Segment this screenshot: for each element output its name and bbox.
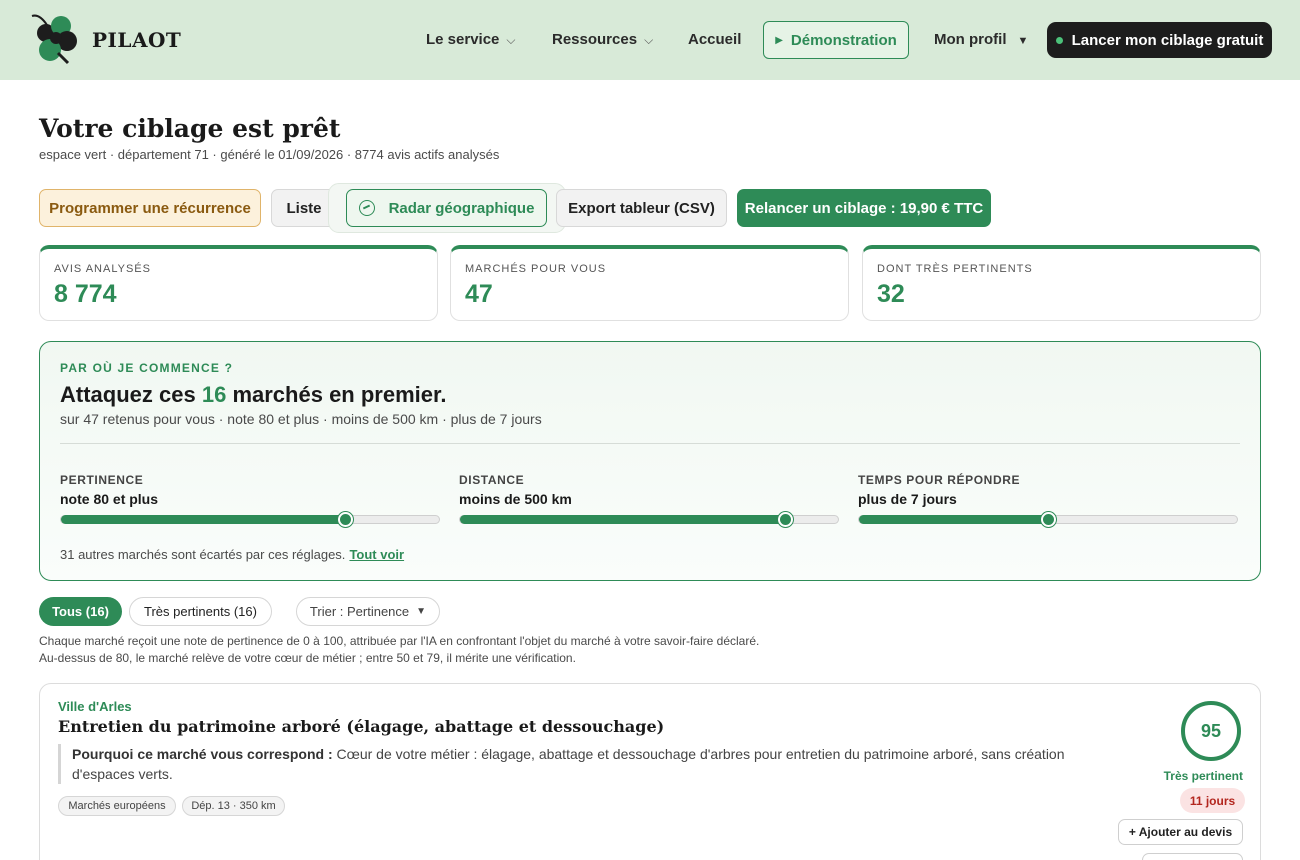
market-title[interactable]: Entretien du patrimoine arboré (élagage,… bbox=[58, 717, 664, 736]
nav-ressources[interactable]: Ressources ⌵ bbox=[552, 31, 653, 48]
secondary-card-button[interactable] bbox=[1142, 853, 1243, 860]
stat-card-analysed: AVIS ANALYSÉS 8 774 bbox=[39, 245, 438, 321]
stat-card-markets: MARCHÉS POUR VOUS 47 bbox=[450, 245, 849, 321]
demo-button[interactable]: ▶ Démonstration bbox=[763, 21, 909, 59]
panel-title-count: 16 bbox=[201, 382, 227, 407]
export-csv-button[interactable]: Export tableur (CSV) bbox=[556, 189, 727, 227]
distance-slider[interactable] bbox=[459, 512, 839, 527]
panel-kicker: PAR OÙ JE COMMENCE ? bbox=[60, 361, 234, 375]
relaunch-targeting-button[interactable]: Relancer un ciblage : 19,90 € TTC bbox=[737, 189, 991, 227]
nav-le-service[interactable]: Le service ⌵ bbox=[426, 31, 516, 48]
slider-fill bbox=[61, 515, 345, 524]
market-tag: Marchés européens bbox=[58, 796, 176, 816]
slider-value: plus de 7 jours bbox=[858, 491, 957, 507]
panel-divider bbox=[60, 443, 1240, 444]
nav-ressources-label: Ressources bbox=[552, 31, 638, 48]
caret-down-icon: ▼ bbox=[416, 606, 427, 617]
slider-thumb[interactable] bbox=[778, 512, 794, 527]
stat-label: MARCHÉS POUR VOUS bbox=[465, 263, 607, 275]
distance-filter: DISTANCE moins de 500 km bbox=[459, 473, 840, 527]
response-time-filter: TEMPS POUR RÉPONDRE plus de 7 jours bbox=[858, 473, 1239, 527]
sort-dropdown-label: Trier : Pertinence bbox=[309, 604, 410, 619]
nav-le-service-label: Le service bbox=[426, 31, 500, 48]
play-icon: ▶ bbox=[775, 34, 783, 46]
see-all-link[interactable]: Tout voir bbox=[349, 547, 404, 562]
panel-title: Attaquez ces 16 marchés en premier. bbox=[60, 382, 446, 408]
excluded-markets-note: 31 autres marchés sont écartés par ces r… bbox=[60, 547, 404, 562]
response-time-slider[interactable] bbox=[858, 512, 1238, 527]
brand-name[interactable]: PILAOT bbox=[92, 28, 181, 52]
panel-title-start: Attaquez ces bbox=[60, 382, 196, 407]
filter-all-chip[interactable]: Tous (16) bbox=[39, 597, 122, 626]
slider-fill bbox=[859, 515, 1048, 524]
relevance-score-badge: 95 bbox=[1181, 701, 1241, 761]
launch-targeting-label: Lancer mon ciblage gratuit bbox=[1071, 31, 1264, 49]
score-explanation-line: Au-dessus de 80, le marché relève de vot… bbox=[39, 651, 576, 665]
add-to-quote-button[interactable]: + Ajouter au devis bbox=[1118, 819, 1243, 845]
match-reason-label: Pourquoi ce marché vous correspond : bbox=[72, 746, 333, 762]
slider-label: DISTANCE bbox=[459, 473, 525, 487]
score-explanation-line: Chaque marché reçoit une note de pertine… bbox=[39, 634, 760, 648]
radar-icon bbox=[358, 200, 375, 216]
clover-logo-icon[interactable] bbox=[28, 13, 82, 67]
deadline-badge: 11 jours bbox=[1180, 788, 1245, 813]
nav-mon-profil[interactable]: Mon profil ▼ bbox=[934, 31, 1028, 48]
where-to-start-panel: PAR OÙ JE COMMENCE ? Attaquez ces 16 mar… bbox=[39, 341, 1261, 581]
slider-value: moins de 500 km bbox=[459, 491, 572, 507]
panel-title-end: marchés en premier. bbox=[232, 382, 447, 407]
sort-dropdown[interactable]: Trier : Pertinence ▼ bbox=[296, 597, 440, 626]
status-dot-icon bbox=[1055, 36, 1063, 44]
relevance-score-label: Très pertinent bbox=[1163, 769, 1243, 783]
relevance-slider[interactable] bbox=[60, 512, 440, 527]
slider-label: TEMPS POUR RÉPONDRE bbox=[858, 473, 1021, 487]
stat-label: AVIS ANALYSÉS bbox=[54, 263, 151, 275]
page-title: Votre ciblage est prêt bbox=[39, 114, 341, 143]
chevron-down-icon: ⌵ bbox=[644, 33, 654, 47]
stat-label: DONT TRÈS PERTINENTS bbox=[877, 263, 1033, 275]
stat-card-very-relevant: DONT TRÈS PERTINENTS 32 bbox=[862, 245, 1261, 321]
top-navigation-bar: PILAOT Le service ⌵ Ressources ⌵ Accueil ▶… bbox=[0, 0, 1300, 80]
stat-value: 8 774 bbox=[54, 280, 117, 308]
nav-accueil[interactable]: Accueil bbox=[688, 31, 741, 48]
market-tag: Dép. 13 · 350 km bbox=[182, 796, 285, 816]
nav-mon-profil-label: Mon profil bbox=[934, 31, 1007, 48]
market-buyer: Ville d'Arles bbox=[58, 699, 132, 714]
slider-thumb[interactable] bbox=[1041, 512, 1056, 527]
slider-fill bbox=[460, 515, 786, 524]
panel-subtitle: sur 47 retenus pour vous · note 80 et pl… bbox=[60, 411, 542, 427]
excluded-markets-text: 31 autres marchés sont écartés par ces r… bbox=[60, 547, 346, 562]
chevron-down-icon: ⌵ bbox=[506, 33, 516, 47]
relevance-filter: PERTINENCE note 80 et plus bbox=[60, 473, 441, 527]
market-card[interactable]: Ville d'Arles Entretien du patrimoine ar… bbox=[39, 683, 1261, 860]
slider-value: note 80 et plus bbox=[60, 491, 159, 507]
caret-down-icon: ▼ bbox=[1017, 35, 1029, 47]
stat-value: 47 bbox=[465, 280, 493, 308]
slider-label: PERTINENCE bbox=[60, 473, 144, 487]
schedule-recurrence-button[interactable]: Programmer une récurrence bbox=[39, 189, 261, 227]
launch-targeting-button[interactable]: Lancer mon ciblage gratuit bbox=[1047, 22, 1272, 58]
slider-thumb[interactable] bbox=[337, 512, 353, 527]
demo-button-label: Démonstration bbox=[790, 31, 897, 49]
filter-very-relevant-chip[interactable]: Très pertinents (16) bbox=[129, 597, 272, 626]
view-radar-label: Radar géographique bbox=[388, 199, 535, 217]
stat-value: 32 bbox=[877, 280, 905, 308]
market-match-reason: Pourquoi ce marché vous correspond : Cœu… bbox=[58, 744, 1098, 784]
view-radar-button[interactable]: Radar géographique bbox=[346, 189, 547, 227]
page-subtitle: espace vert · département 71 · généré le… bbox=[39, 147, 500, 162]
